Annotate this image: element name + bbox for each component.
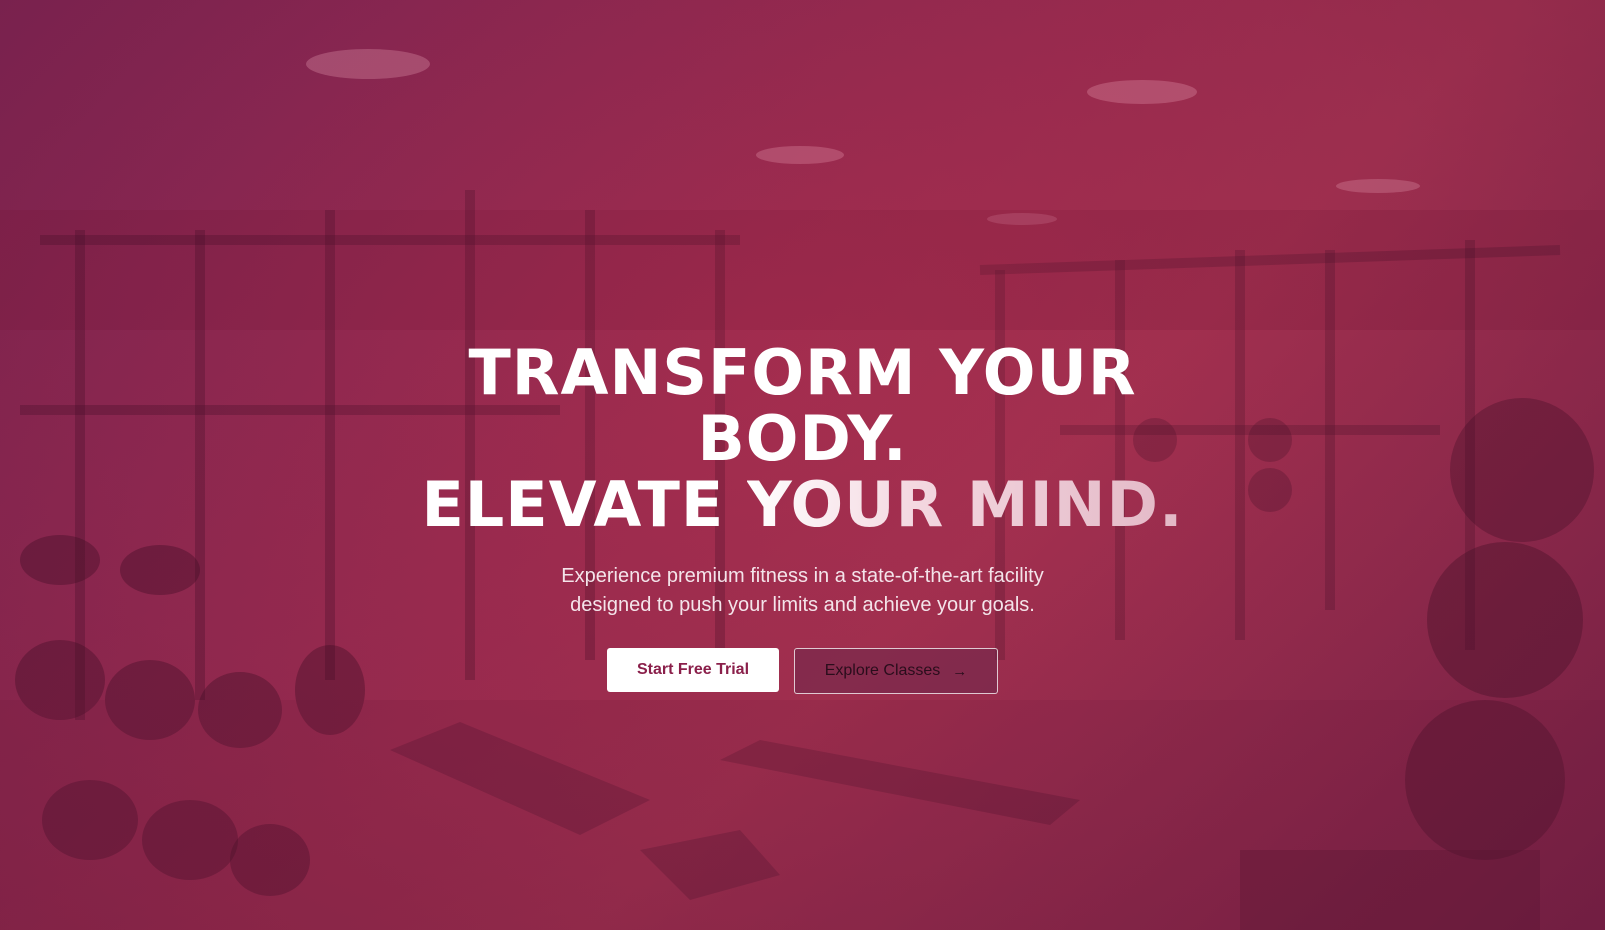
- explore-classes-button[interactable]: Explore Classes →: [794, 648, 998, 694]
- hero-title-accent: YOUR MIND.: [746, 468, 1184, 541]
- hero-content: TRANSFORM YOUR BODY. ELEVATE YOUR MIND. …: [0, 340, 1605, 694]
- hero-title-line-2: BODY.: [697, 402, 908, 475]
- hero-subtitle: Experience premium fitness in a state-of…: [523, 562, 1083, 620]
- hero-subtitle-line-1: Experience premium fitness in a state-of…: [561, 565, 1044, 587]
- hero-title-line-1: TRANSFORM YOUR: [468, 336, 1137, 409]
- start-free-trial-button[interactable]: Start Free Trial: [607, 648, 779, 692]
- hero-title-line-3: ELEVATE YOUR MIND.: [0, 472, 1605, 538]
- hero-section: TRANSFORM YOUR BODY. ELEVATE YOUR MIND. …: [0, 0, 1605, 930]
- hero-title-elevate: ELEVATE: [421, 468, 747, 541]
- hero-title: TRANSFORM YOUR BODY. ELEVATE YOUR MIND.: [0, 340, 1605, 538]
- hero-subtitle-line-2: designed to push your limits and achieve…: [570, 594, 1035, 616]
- explore-classes-label: Explore Classes: [824, 662, 941, 679]
- hero-actions: Start Free Trial Explore Classes →: [0, 648, 1605, 694]
- arrow-right-icon: →: [952, 662, 968, 680]
